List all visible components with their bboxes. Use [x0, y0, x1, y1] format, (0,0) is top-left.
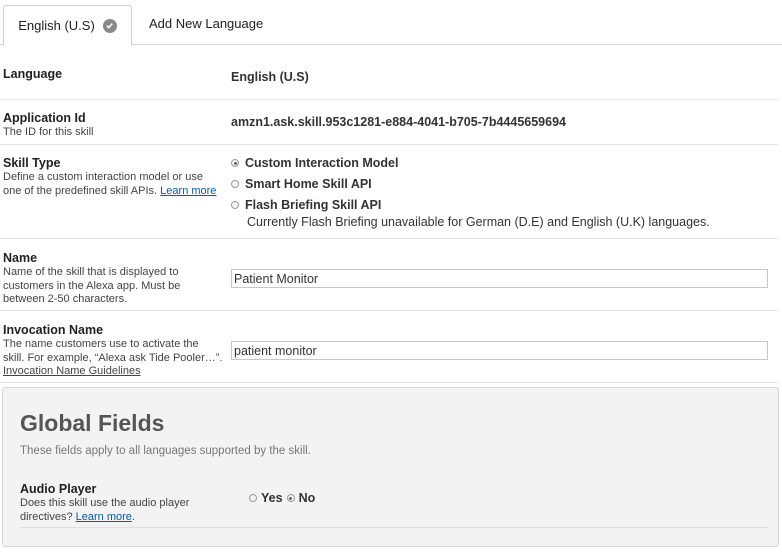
- global-fields-panel: Global Fields These fields apply to all …: [2, 387, 779, 547]
- audio-player-label: Audio Player: [20, 482, 97, 496]
- skill-type-option-smart-home[interactable]: Smart Home Skill API: [231, 177, 372, 191]
- skill-type-option-flash-briefing[interactable]: Flash Briefing Skill API: [231, 198, 381, 212]
- skill-type-learn-more-link[interactable]: Learn more: [160, 185, 216, 197]
- radio-audio-no[interactable]: [286, 494, 295, 502]
- tab-add-new-language[interactable]: Add New Language: [149, 16, 263, 31]
- language-label: Language: [3, 67, 63, 81]
- radio-audio-yes[interactable]: [249, 494, 257, 502]
- tab-english-us[interactable]: English (U.S): [3, 5, 132, 46]
- language-tabs: English (U.S) Add New Language: [0, 0, 782, 46]
- radio-flash-briefing[interactable]: [231, 201, 239, 209]
- skill-type-option-custom[interactable]: Custom Interaction Model: [231, 156, 398, 170]
- invocation-name-row: Invocation Name The name customers use t…: [0, 311, 778, 383]
- name-input[interactable]: [231, 269, 768, 288]
- language-value: English (U.S): [231, 70, 309, 84]
- skill-type-option-custom-label: Custom Interaction Model: [245, 156, 399, 170]
- skill-type-row: Skill Type Define a custom interaction m…: [0, 145, 778, 239]
- tab-english-us-label: English (U.S): [18, 18, 95, 33]
- invocation-name-input[interactable]: [231, 341, 768, 360]
- audio-player-learn-more-link[interactable]: Learn more: [76, 511, 132, 523]
- audio-player-desc: Does this skill use the audio player dir…: [20, 497, 190, 523]
- application-id-label: Application Id: [3, 111, 86, 125]
- skill-type-option-flash-briefing-label: Flash Briefing Skill API: [245, 198, 382, 212]
- flash-briefing-note: Currently Flash Briefing unavailable for…: [247, 215, 710, 229]
- skill-type-option-smart-home-label: Smart Home Skill API: [245, 177, 372, 191]
- global-fields-title: Global Fields: [20, 410, 165, 436]
- language-row: Language English (U.S): [0, 45, 778, 100]
- application-id-row: Application Id The ID for this skill amz…: [0, 100, 778, 145]
- invocation-name-desc: The name customers use to activate the s…: [3, 338, 223, 364]
- name-desc: Name of the skill that is displayed to c…: [3, 266, 181, 305]
- name-label: Name: [3, 251, 38, 265]
- radio-custom[interactable]: [231, 159, 239, 167]
- audio-player-yes-label: Yes: [261, 491, 283, 505]
- global-fields-subtitle: These fields apply to all languages supp…: [20, 445, 311, 457]
- divider: [20, 527, 768, 528]
- application-id-value: amzn1.ask.skill.953c1281-e884-4041-b705-…: [231, 115, 566, 129]
- radio-smart-home[interactable]: [231, 180, 239, 188]
- name-row: Name Name of the skill that is displayed…: [0, 239, 778, 311]
- application-id-desc: The ID for this skill: [3, 126, 94, 138]
- check-circle-icon: [102, 18, 117, 33]
- audio-player-options: Yes No: [249, 491, 319, 505]
- skill-type-desc: Define a custom interaction model or use…: [3, 171, 223, 198]
- skill-type-label: Skill Type: [3, 156, 61, 170]
- audio-player-no-label: No: [298, 491, 316, 505]
- invocation-name-label: Invocation Name: [3, 323, 104, 337]
- invocation-name-guidelines-link[interactable]: Invocation Name Guidelines: [3, 365, 223, 379]
